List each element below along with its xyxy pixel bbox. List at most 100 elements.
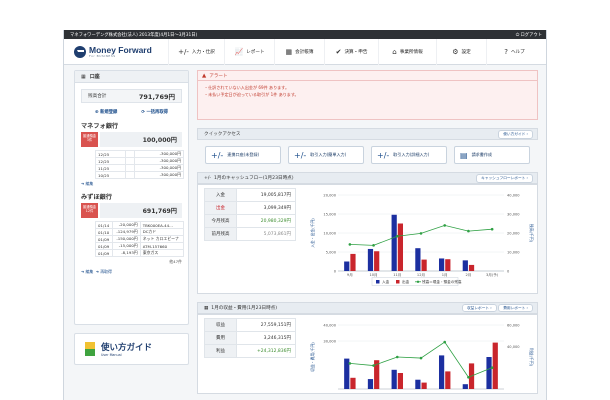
cashflow-summary: 入金 19,005,817円 出金 3,099,349円 今月残高 20,980,32…	[204, 188, 296, 241]
nav-closing[interactable]: ✔ 決算・申告	[324, 38, 378, 65]
y2-axis-title: 残高(千円)	[529, 224, 534, 243]
nav-settings[interactable]: ⚙ 設定	[436, 38, 486, 65]
simple-entry-label: 取引入力(簡単入力)	[310, 152, 347, 157]
pnl-buttons: 収益レポート › 費用レポート ›	[461, 303, 533, 312]
new-account-label: 新規登録	[100, 110, 118, 115]
nav-help-label: ヘルプ	[510, 49, 525, 55]
new-account-button[interactable]: ⊕ 新規登録	[95, 109, 117, 115]
pnl-summary: 収益 27,559,151円 費用 3,246,315円 利益 +24,312,836…	[204, 318, 296, 358]
nav-entry[interactable]: +/- 入力・仕訳	[168, 38, 224, 65]
y2-tick-label: 60,000	[507, 324, 520, 328]
table-row[interactable]: 12/25 -300,000円	[95, 150, 184, 158]
table-row[interactable]: 01/14 -20,000円 TBK000EA-44...	[94, 221, 185, 229]
alert-panel: ▲ アラート ・仕訳されていない入出金が 69件 あります。 ・未払い予定日が迫っ…	[197, 70, 538, 120]
table-row[interactable]: 01/09 -150,000円 ネット カロエピーナ	[94, 235, 185, 243]
series-line	[349, 224, 493, 246]
alert-line[interactable]: ・未払い予定日が迫っている取引が 1件 あります。	[204, 92, 531, 99]
y-tick-label: 20,000	[323, 194, 336, 198]
x-tick-label: 2月	[465, 272, 471, 277]
cashflow-report-button[interactable]: キャッシュフローレポート ›	[476, 173, 533, 183]
x-tick-label: 12月	[417, 272, 425, 277]
revenue-report-button[interactable]: 収益レポート ›	[461, 303, 497, 312]
cashflow-panel: 入金 19,005,817円 出金 3,099,349円 今月残高 20,980,32…	[197, 184, 538, 294]
legend-label: 残高＝現金・預金の残高	[422, 279, 462, 284]
edit-link[interactable]: ➜ 編集	[75, 179, 188, 189]
nav-reports[interactable]: 📈 レポート	[224, 38, 274, 65]
nav-office-label: 事業所情報	[399, 49, 423, 55]
check-icon: ✔	[335, 47, 342, 56]
plus-minus-icon: +/-	[178, 47, 189, 56]
bar	[367, 248, 374, 271]
table-row[interactable]: 10/25 -300,000円	[95, 171, 184, 179]
guide-button-label: 使い方ガイド	[503, 131, 526, 136]
tx-date: 10/25	[95, 171, 126, 179]
tx-date: 01/09	[94, 242, 114, 250]
simple-entry-button[interactable]: +/- 取引入力(簡単入力)	[288, 146, 364, 164]
y2-tick-label: 10,000	[507, 251, 520, 255]
bar	[397, 223, 404, 271]
tx-date: 11/25	[95, 164, 126, 172]
balance-label: 残高合計	[88, 94, 107, 99]
bar	[374, 251, 380, 271]
summary-row: 費用 3,246,315円	[204, 331, 296, 345]
line-point	[395, 355, 399, 359]
pnl-header: ▦ 1月の収益・費用(1月23日時点) 収益レポート › 費用レポート ›	[197, 302, 538, 314]
refresh-icon: ⟳	[141, 110, 145, 115]
y2-tick-label: 30,000	[507, 213, 520, 217]
tx-date: 01/14	[94, 221, 114, 229]
bar	[445, 259, 451, 271]
edit-link[interactable]: ➜ 編集	[81, 269, 93, 274]
expense-report-button[interactable]: 費用レポート ›	[498, 303, 533, 312]
brand-logo[interactable]: Money Forward For BUSINESS	[64, 45, 168, 58]
pnl-panel: 収益 27,559,151円 費用 3,246,315円 利益 +24,312,836…	[197, 314, 538, 394]
bar	[391, 369, 397, 389]
more-transactions[interactable]: 他47件	[75, 257, 188, 267]
user-guide-card[interactable]: 使い方ガイド User Manual	[74, 333, 189, 365]
bank-name[interactable]: みずほ銀行	[75, 189, 188, 203]
tx-date: 01/09	[94, 235, 114, 243]
nav-office[interactable]: ⌂ 事業所情報	[378, 38, 436, 65]
create-invoice-button[interactable]: ▤ 請求書作成	[454, 146, 530, 164]
table-row[interactable]: 01/09 -15,000円 ATM-157660	[94, 242, 185, 250]
bar	[344, 261, 350, 271]
legend-swatch	[376, 280, 380, 284]
alert-header: ▲ アラート	[198, 71, 537, 81]
guide-button[interactable]: 使い方ガイド ›	[498, 129, 533, 139]
table-row[interactable]: 01/10 -124,979円 DCカド	[94, 228, 185, 236]
table-row[interactable]: 01/09 -8,193円 東京ガス	[94, 249, 185, 257]
company-info: マネフォワーデング株式会社(法人) 2013年度(4月1日〜3月31日)	[70, 32, 198, 38]
tx-memo: DCカド	[139, 228, 185, 236]
tx-amount: -8,193円	[112, 249, 141, 257]
plus-minus-icon: +/-	[211, 150, 224, 160]
y2-tick-label: 40,000	[507, 345, 520, 349]
bank-name[interactable]: マネフォ銀行	[75, 118, 188, 132]
link-account-button[interactable]: +/- 連携口座(未登録)	[205, 146, 281, 164]
line-point	[372, 364, 375, 367]
bar	[415, 379, 421, 389]
pnl-section: ▦ 1月の収益・費用(1月23日時点) 収益レポート › 費用レポート › 収益…	[197, 302, 538, 394]
summary-row: 収益 27,559,151円	[204, 318, 296, 332]
main-nav: Money Forward For BUSINESS +/- 入力・仕訳 📈 レポー…	[64, 38, 546, 65]
line-point	[372, 244, 375, 247]
nav-ledger[interactable]: ▦ 会計帳簿	[274, 38, 324, 65]
tx-amount: -300,000円	[134, 157, 184, 165]
logout-link[interactable]: ⏻ ログアウト	[516, 32, 542, 38]
plus-icon: ⊕	[95, 110, 99, 115]
table-row[interactable]: 12/25 -300,000円	[95, 157, 184, 165]
tx-memo: TBK000EA-44...	[139, 221, 185, 229]
refetch-link[interactable]: ➜ 再取得	[96, 269, 112, 274]
table-row[interactable]: 11/25 -300,000円	[95, 164, 184, 172]
x-tick-label: 9月	[347, 272, 353, 277]
refresh-all-button[interactable]: ⟳ 一括再取得	[141, 109, 168, 115]
nav-help[interactable]: ? ヘルプ	[486, 38, 542, 65]
tx-memo: ATM-157660	[139, 242, 185, 250]
help-icon: ?	[504, 47, 508, 56]
legend-label: 出金	[402, 279, 410, 284]
summary-row: 前月残高 5,073,861円	[204, 227, 296, 241]
create-invoice-label: 請求書作成	[471, 152, 493, 157]
summary-row: 入金 19,005,817円	[204, 188, 296, 202]
tx-memo: 東京ガス	[139, 249, 185, 257]
detail-entry-button[interactable]: +/- 取引入力(詳細入力)	[371, 146, 447, 164]
tx-amount: -300,000円	[134, 164, 184, 172]
logo-icon	[74, 45, 86, 58]
